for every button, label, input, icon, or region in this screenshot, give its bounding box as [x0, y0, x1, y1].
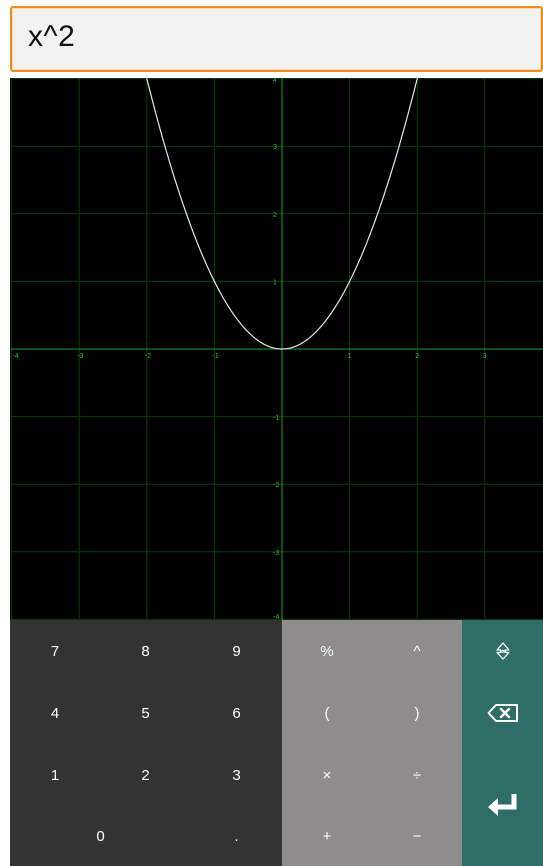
key-divide[interactable]: ÷: [372, 744, 462, 806]
y-tick-label: -3: [273, 550, 279, 557]
backspace-key[interactable]: [462, 682, 543, 744]
digit-keypad: 7 8 9 4 5 6 1 2 3 0 .: [10, 620, 282, 866]
key-1[interactable]: 1: [10, 744, 100, 806]
y-tick-label: 4: [273, 78, 277, 84]
keypad: 7 8 9 4 5 6 1 2 3 0 . % ^ ( ) × ÷ + −: [10, 620, 543, 866]
backspace-icon: [487, 704, 518, 722]
graph-svg: -4 -3 -2 -1 1 2 34321-1-2-3-4: [10, 78, 543, 620]
shift-key[interactable]: [462, 620, 543, 682]
enter-key[interactable]: [462, 744, 543, 866]
y-tick-label: -2: [273, 482, 279, 489]
key-4[interactable]: 4: [10, 682, 100, 744]
x-tick-label: -2: [145, 353, 151, 360]
graph-plot[interactable]: -4 -3 -2 -1 1 2 3 4 3 2 1 -1 -2 -3 -4: [10, 78, 543, 620]
key-power[interactable]: ^: [372, 620, 462, 682]
key-7[interactable]: 7: [10, 620, 100, 682]
x-tick-label: -1: [212, 353, 218, 360]
key-9[interactable]: 9: [191, 620, 282, 682]
action-keypad: [462, 620, 543, 866]
y-tick-label: 2: [273, 212, 277, 219]
key-close-paren[interactable]: ): [372, 682, 462, 744]
enter-icon: [487, 794, 516, 816]
expression-input[interactable]: x^2: [10, 6, 543, 72]
key-percent[interactable]: %: [282, 620, 372, 682]
key-5[interactable]: 5: [100, 682, 191, 744]
key-8[interactable]: 8: [100, 620, 191, 682]
key-decimal-point[interactable]: .: [191, 806, 282, 866]
y-tick-label: 1: [273, 279, 277, 286]
operator-keypad: % ^ ( ) × ÷ + −: [282, 620, 462, 866]
x-tick-label: -3: [77, 353, 83, 360]
x-tick-label: -4: [13, 353, 19, 360]
y-tick-label: 3: [273, 144, 277, 151]
x-tick-label: 3: [483, 353, 487, 360]
shift-arrow-icon: [495, 642, 510, 660]
y-tick-label: -1: [273, 415, 279, 422]
x-tick-label: 1: [348, 353, 352, 360]
key-6[interactable]: 6: [191, 682, 282, 744]
key-minus[interactable]: −: [372, 806, 462, 866]
key-0[interactable]: 0: [10, 806, 191, 866]
x-tick-label: 2: [415, 353, 419, 360]
key-2[interactable]: 2: [100, 744, 191, 806]
key-3[interactable]: 3: [191, 744, 282, 806]
key-plus[interactable]: +: [282, 806, 372, 866]
key-multiply[interactable]: ×: [282, 744, 372, 806]
key-open-paren[interactable]: (: [282, 682, 372, 744]
expression-text: x^2: [28, 20, 76, 53]
